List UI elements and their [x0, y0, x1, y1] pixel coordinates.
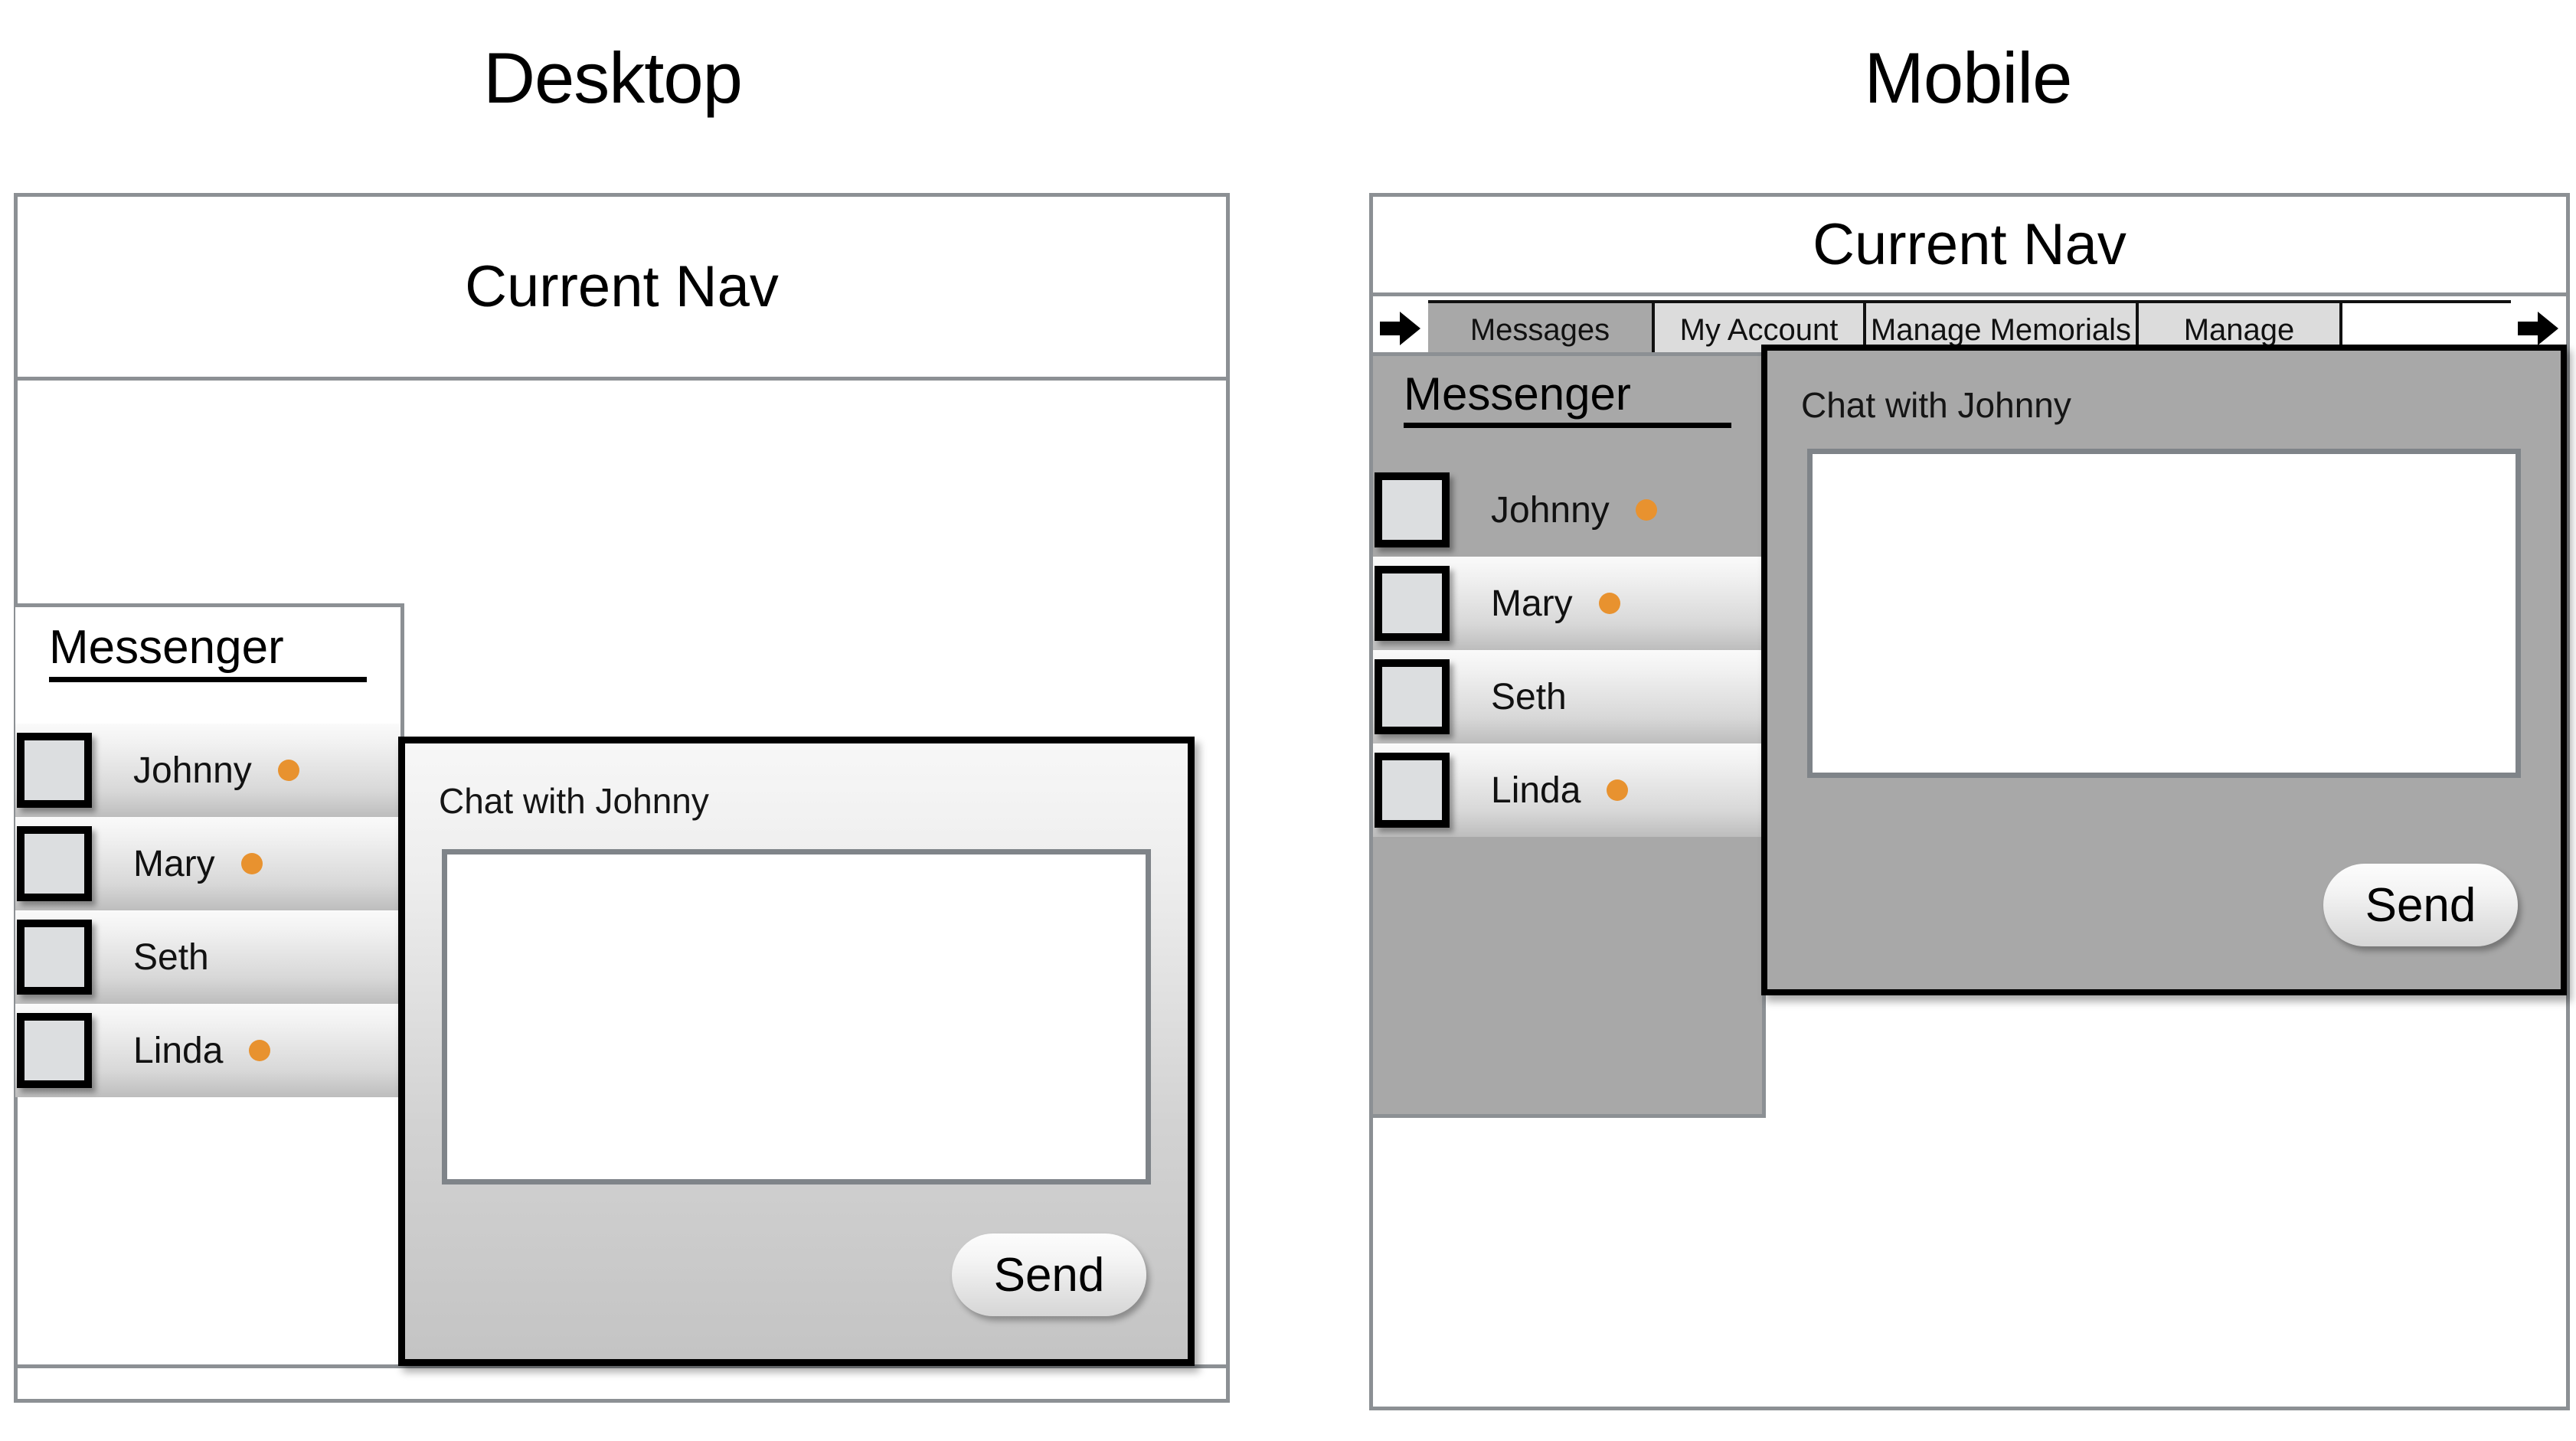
contact-list-item[interactable]: Linda: [15, 1004, 400, 1097]
contact-list-item[interactable]: Mary: [15, 817, 400, 910]
contact-name: Linda: [1491, 770, 1581, 811]
contact-name: Seth: [133, 936, 209, 978]
chat-window-title: Chat with Johnny: [439, 781, 709, 821]
contact-name: Mary: [1491, 583, 1573, 624]
messenger-title-rule: [49, 677, 367, 683]
wireframe-canvas: Desktop Mobile Current Nav Messenger Joh…: [0, 0, 2576, 1441]
online-status-dot: [1598, 593, 1620, 614]
desktop-footer-bar: [18, 1364, 1226, 1399]
chat-window-title: Chat with Johnny: [1801, 385, 2071, 425]
mobile-nav-bar: Current Nav: [1373, 197, 2566, 296]
chat-message-input[interactable]: [1807, 449, 2521, 778]
contact-list-item[interactable]: Mary: [1373, 557, 1762, 650]
send-button[interactable]: Send: [952, 1234, 1146, 1316]
arrow-right-icon: [1380, 312, 1420, 345]
contact-list-item[interactable]: Seth: [1373, 650, 1762, 743]
contact-list-item[interactable]: Seth: [15, 910, 400, 1004]
online-status-dot: [235, 946, 257, 968]
online-status-dot: [1593, 686, 1614, 707]
avatar: [1375, 659, 1450, 734]
contact-list-item[interactable]: Johnny: [1373, 463, 1762, 557]
contact-name: Mary: [133, 843, 215, 884]
mobile-messenger-header: Messenger: [1373, 356, 1762, 463]
contact-name: Linda: [133, 1030, 224, 1071]
avatar: [17, 1013, 92, 1088]
desktop-nav-bar: Current Nav: [18, 197, 1226, 381]
avatar: [1375, 472, 1450, 547]
avatar: [17, 733, 92, 808]
online-status-dot: [277, 760, 299, 781]
contact-list-item[interactable]: Johnny: [15, 724, 400, 817]
contact-name: Johnny: [133, 750, 252, 791]
contact-name: Seth: [1491, 676, 1567, 717]
avatar: [17, 826, 92, 901]
contact-list-item[interactable]: Linda: [1373, 743, 1762, 837]
chat-message-input[interactable]: [442, 849, 1151, 1184]
desktop-messenger-header: Messenger: [15, 607, 400, 724]
tab-messages[interactable]: Messages: [1428, 303, 1655, 357]
online-status-dot: [1607, 779, 1629, 801]
online-status-dot: [240, 853, 263, 874]
desktop-nav-label: Current Nav: [465, 254, 779, 319]
mobile-nav-label: Current Nav: [1813, 212, 2127, 277]
avatar: [17, 920, 92, 995]
online-status-dot: [1635, 499, 1657, 521]
mobile-section-title: Mobile: [1864, 38, 2073, 118]
desktop-section-title: Desktop: [483, 38, 743, 118]
mobile-chat-window: Chat with Johnny Send: [1761, 345, 2567, 995]
scroll-left-arrow-button[interactable]: [1373, 300, 1428, 357]
mobile-messenger-panel: Messenger Johnny Mary Seth Linda: [1369, 352, 1766, 1118]
avatar: [1375, 566, 1450, 641]
send-button[interactable]: Send: [2323, 864, 2518, 946]
arrow-right-icon: [2518, 312, 2558, 345]
contact-name: Johnny: [1491, 489, 1610, 531]
desktop-messenger-panel: Messenger Johnny Mary Seth Linda: [15, 603, 404, 1097]
avatar: [1375, 753, 1450, 828]
mobile-messenger-title: Messenger: [1404, 368, 1631, 420]
desktop-chat-window: Chat with Johnny Send: [398, 737, 1195, 1366]
online-status-dot: [249, 1040, 271, 1061]
desktop-messenger-title: Messenger: [49, 621, 284, 674]
messenger-title-rule: [1404, 423, 1731, 428]
